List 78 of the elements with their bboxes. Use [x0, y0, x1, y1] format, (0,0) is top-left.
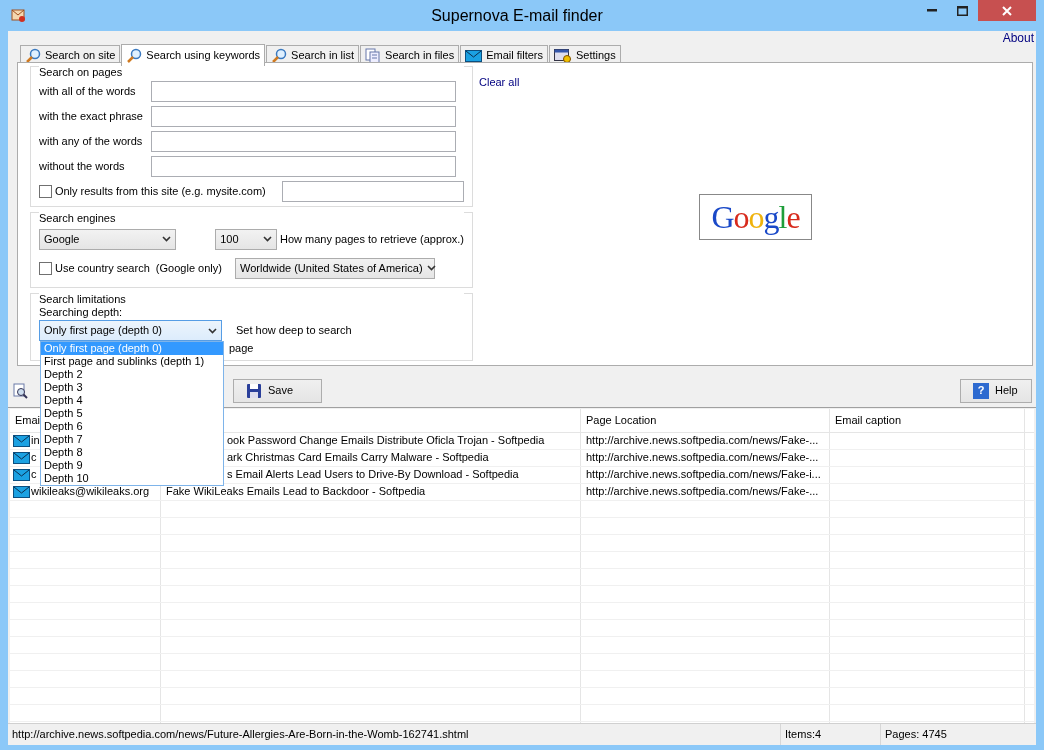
- field-label: Set how deep to search: [236, 324, 352, 338]
- status-text: Pages: 4745: [885, 727, 947, 742]
- group-title: Search engines: [39, 212, 464, 226]
- app-icon: [10, 7, 26, 23]
- status-text: http://archive.news.softpedia.com/news/Future-Allergies-Are-Born-in-the-Womb-162741.shtml: [12, 727, 469, 742]
- document-search-icon: [12, 383, 28, 399]
- checkbox[interactable]: [39, 261, 52, 275]
- envelope-icon: [13, 469, 30, 481]
- table-cell: ook Password Change Emails Distribute Oficla Trojan - Softpedia: [227, 434, 545, 448]
- field-label: with any of the words: [39, 135, 144, 149]
- table-cell: s Email Alerts Lead Users to Drive-By Download - Softpedia: [227, 468, 519, 482]
- minimize-icon: [927, 9, 937, 12]
- column-header: Page Location: [581, 409, 830, 432]
- table-cell: c: [31, 451, 37, 465]
- tab[interactable]: Email filters: [460, 45, 548, 65]
- table-cell: http://archive.news.softpedia.com/news/Fake-...: [586, 485, 819, 499]
- magnifier-icon: [271, 47, 288, 64]
- envelope-icon: [13, 435, 30, 447]
- country-dropdown[interactable]: Worldwide (United States of America): [235, 257, 435, 279]
- dropdown-option[interactable]: Depth 8: [41, 446, 223, 460]
- checkbox[interactable]: [39, 185, 52, 199]
- pages-dropdown[interactable]: 100: [215, 228, 277, 250]
- save-button[interactable]: Save: [233, 379, 322, 403]
- help-icon: ?: [973, 383, 989, 399]
- text-field[interactable]: [151, 81, 456, 103]
- dropdown-option[interactable]: Depth 10: [41, 472, 223, 486]
- site-field[interactable]: [282, 181, 464, 203]
- tab[interactable]: Search on site: [20, 45, 121, 65]
- engine-dropdown[interactable]: Google: [39, 228, 177, 250]
- clear-all-link[interactable]: Clear all: [479, 76, 520, 90]
- dropdown-option[interactable]: Depth 5: [41, 407, 223, 421]
- status-text: Items:4: [785, 727, 822, 742]
- envelope-icon: [13, 486, 30, 498]
- envelope-icon: [465, 49, 483, 62]
- dropdown-option[interactable]: Depth 3: [41, 381, 223, 395]
- text-field[interactable]: [151, 156, 456, 178]
- field-label: with the exact phrase: [39, 110, 144, 124]
- field-label: Searching depth:: [39, 306, 124, 320]
- table-cell: ark Christmas Card Emails Carry Malware - Softpedia: [227, 451, 489, 465]
- group-title: Search on pages: [39, 66, 464, 80]
- field-label: without the words: [39, 160, 126, 174]
- help-button[interactable]: ? Help: [960, 379, 1032, 403]
- magnifier-icon: [126, 47, 143, 64]
- dropdown-option[interactable]: Depth 4: [41, 394, 223, 408]
- table-cell: http://archive.news.softpedia.com/news/Fake-...: [586, 434, 819, 448]
- partial-text: page: [229, 342, 255, 356]
- checkbox-label: Only results from this site (e.g. mysite.com): [54, 185, 267, 199]
- dropdown-option[interactable]: Depth 9: [41, 459, 223, 473]
- table-cell: wikileaks@wikileaks.org: [31, 485, 150, 499]
- column-header: Email caption: [830, 409, 1025, 432]
- window-title: Supernova E-mail finder: [430, 6, 604, 26]
- table-cell: in: [31, 434, 40, 448]
- table-cell: c: [31, 468, 37, 482]
- tab[interactable]: Search in list: [266, 45, 360, 65]
- tab[interactable]: Search in files: [360, 45, 460, 65]
- table-cell: Fake WikiLeaks Emails Lead to Backdoor - Softpedia: [166, 485, 426, 499]
- checkbox-label: Use country search (Google only): [55, 261, 223, 275]
- field-label: with all of the words: [39, 85, 137, 99]
- maximize-icon: [956, 5, 968, 16]
- magnifier-icon: [25, 47, 41, 64]
- tab[interactable]: Settings: [549, 45, 621, 65]
- search-engine-logo: Google: [699, 194, 812, 240]
- dropdown-option[interactable]: Depth 7: [41, 433, 223, 447]
- depth-dropdown[interactable]: Only first page (depth 0): [39, 320, 222, 342]
- table-cell: http://archive.news.softpedia.com/news/Fake-i...: [586, 468, 821, 482]
- close-button[interactable]: [978, 0, 1036, 21]
- envelope-icon: [13, 452, 30, 464]
- field-label: How many pages to retrieve (approx.): [279, 232, 464, 246]
- close-icon: [1002, 5, 1012, 16]
- dropdown-option[interactable]: Depth 2: [41, 368, 223, 382]
- text-field[interactable]: [151, 106, 456, 128]
- about-link[interactable]: About: [1002, 31, 1034, 46]
- dropdown-option[interactable]: First page and sublinks (depth 1): [41, 355, 223, 369]
- table-cell: http://archive.news.softpedia.com/news/Fake-...: [586, 451, 819, 465]
- text-field[interactable]: [151, 131, 456, 153]
- settings-icon: [554, 47, 572, 64]
- tab[interactable]: Search using keywords: [121, 44, 266, 66]
- dropdown-option[interactable]: Depth 6: [41, 420, 223, 434]
